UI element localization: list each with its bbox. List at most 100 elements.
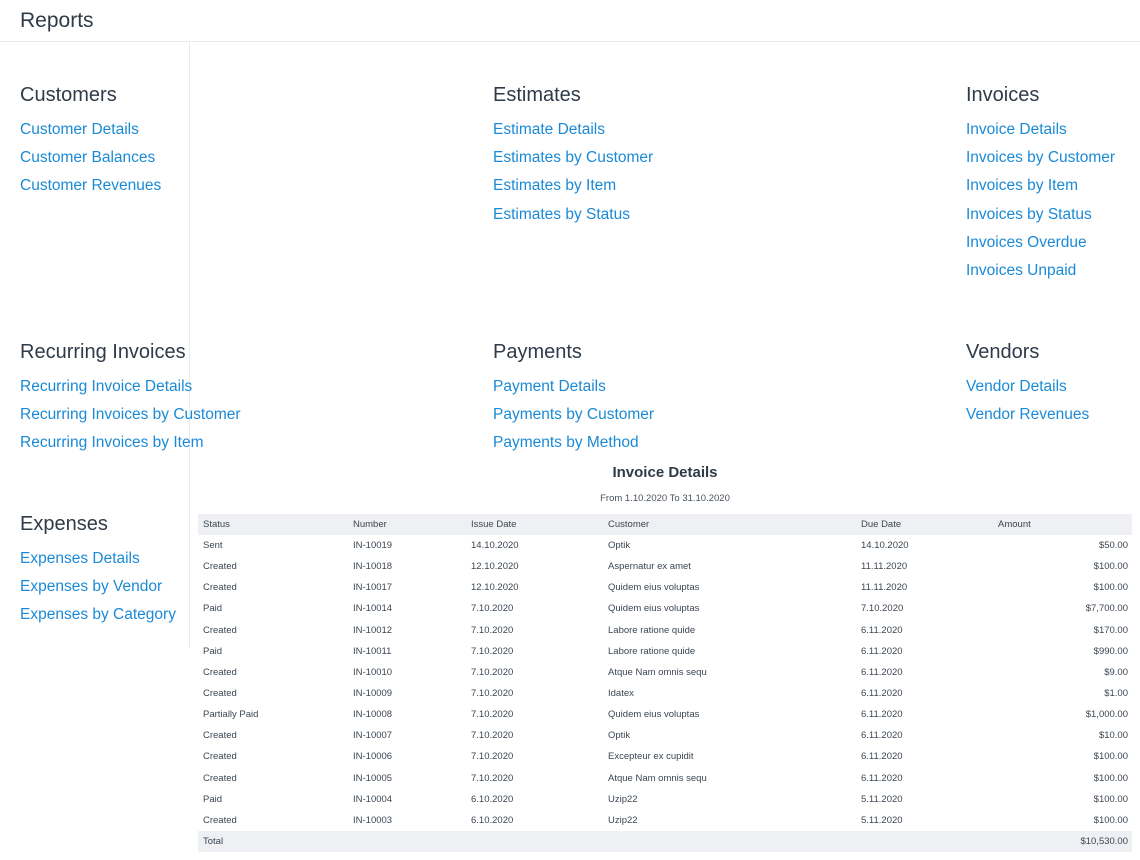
cell-status: Created [203,666,237,678]
cell-number: IN-10019 [353,540,393,552]
link-list: Payment Details Payments by Customer Payme… [493,377,654,462]
list-item: Estimates by Status [493,205,653,233]
page-header: Reports [0,0,1140,42]
report-link-expenses-by-category[interactable]: Expenses by Category [20,606,176,623]
list-item: Customer Details [20,120,161,148]
cell-due-date: 11.11.2020 [861,561,908,573]
list-item: Estimates by Item [493,176,653,204]
list-item: Invoices Unpaid [966,261,1115,289]
section-title: Vendors [966,341,1040,363]
report-link-recurring-invoices-by-customer[interactable]: Recurring Invoices by Customer [20,406,241,423]
link-list: Expenses Details Expenses by Vendor Expens… [20,549,176,634]
report-date-range: From 1.10.2020 To 31.10.2020 [600,493,730,504]
page-title: Reports [20,9,94,32]
report-link-expenses-by-vendor[interactable]: Expenses by Vendor [20,578,162,595]
cell-customer: Atque Nam omnis sequ [608,772,707,784]
report-link-vendor-details[interactable]: Vendor Details [966,378,1067,395]
report-link-estimates-by-status[interactable]: Estimates by Status [493,206,630,223]
cell-due-date: 6.11.2020 [861,772,903,784]
report-link-customer-balances[interactable]: Customer Balances [20,149,155,166]
section-title: Payments [493,341,582,363]
cell-due-date: 6.11.2020 [861,709,903,721]
cell-due-date: 6.11.2020 [861,645,903,657]
cell-issue-date: 12.10.2020 [471,582,519,594]
cell-number: IN-10006 [353,751,393,763]
cell-issue-date: 6.10.2020 [471,814,514,826]
cell-customer: Quidem eius voluptas [608,709,700,721]
list-item: Payment Details [493,377,654,405]
cell-due-date: 11.11.2020 [861,582,908,594]
report-link-recurring-invoice-details[interactable]: Recurring Invoice Details [20,378,192,395]
cell-number: IN-10012 [353,624,393,636]
link-list: Vendor Details Vendor Revenues [966,377,1089,433]
cell-due-date: 14.10.2020 [861,540,909,552]
report-link-payment-details[interactable]: Payment Details [493,378,606,395]
section-recurring-invoices: Recurring Invoices Recurring Invoice Det… [20,340,241,462]
cell-status: Paid [203,793,223,805]
report-link-payments-by-method[interactable]: Payments by Method [493,434,639,451]
list-item: Recurring Invoice Details [20,377,241,405]
report-link-customer-details[interactable]: Customer Details [20,121,139,138]
cell-amount: $170.00 [1093,624,1128,636]
report-link-recurring-invoices-by-item[interactable]: Recurring Invoices by Item [20,434,204,451]
report-link-invoice-details[interactable]: Invoice Details [966,121,1067,138]
cell-issue-date: 7.10.2020 [471,666,514,678]
cell-number: IN-10014 [353,603,393,615]
column-header-customer: Customer [603,514,856,535]
link-list: Estimate Details Estimates by Customer Est… [493,120,653,233]
report-link-invoices-by-customer[interactable]: Invoices by Customer [966,149,1115,166]
cell-number: IN-10003 [353,814,393,826]
cell-issue-date: 7.10.2020 [471,772,514,784]
section-expenses: Expenses Expenses Details Expenses by Ven… [20,512,176,634]
table-row: Created IN-10010 7.10.2020 Atque Nam omnis … [198,662,1132,683]
cell-due-date: 5.11.2020 [861,814,903,826]
table-row: Partially Paid IN-10008 7.10.2020 Quidem ei… [198,704,1132,725]
cell-due-date: 6.11.2020 [861,666,903,678]
list-item: Vendor Details [966,377,1089,405]
table-row: Created IN-10009 7.10.2020 Idatex 6.11.2020 $… [198,683,1132,704]
cell-issue-date: 7.10.2020 [471,603,514,615]
cell-customer: Uzip22 [608,793,638,805]
list-item: Estimates by Customer [493,148,653,176]
cell-customer: Aspernatur ex amet [608,561,691,573]
cell-due-date: 5.11.2020 [861,793,903,805]
column-header-status: Status [198,514,348,535]
table-row: Created IN-10006 7.10.2020 Excepteur ex cup… [198,746,1132,767]
cell-status: Created [203,582,237,594]
report-link-estimates-by-item[interactable]: Estimates by Item [493,177,616,194]
table-row: Created IN-10017 12.10.2020 Quidem eius vol… [198,577,1132,598]
list-item: Invoice Details [966,120,1115,148]
report-link-estimate-details[interactable]: Estimate Details [493,121,605,138]
table-row: Created IN-10018 12.10.2020 Aspernatur ex a… [198,556,1132,577]
cell-number: IN-10008 [353,709,393,721]
table-row: Paid IN-10004 6.10.2020 Uzip22 5.11.2020 $100… [198,789,1132,810]
cell-number: IN-10005 [353,772,393,784]
report-link-expenses-details[interactable]: Expenses Details [20,550,140,567]
table-row: Created IN-10007 7.10.2020 Optik 6.11.2020 $1… [198,725,1132,746]
cell-status: Paid [203,603,223,615]
cell-amount: $100.00 [1093,582,1128,594]
cell-status: Partially Paid [203,709,259,721]
report-link-payments-by-customer[interactable]: Payments by Customer [493,406,654,423]
cell-due-date: 6.11.2020 [861,730,903,742]
report-link-invoices-overdue[interactable]: Invoices Overdue [966,234,1087,251]
total-amount: $10,530.00 [993,830,1132,852]
cell-amount: $9.00 [1104,666,1128,678]
section-title: Expenses [20,513,108,535]
section-title: Recurring Invoices [20,341,186,363]
column-header-number: Number [348,514,466,535]
report-link-estimates-by-customer[interactable]: Estimates by Customer [493,149,653,166]
cell-number: IN-10018 [353,561,393,573]
report-link-invoices-unpaid[interactable]: Invoices Unpaid [966,262,1076,279]
column-header-due-date: Due Date [856,514,993,535]
report-link-invoices-by-status[interactable]: Invoices by Status [966,206,1092,223]
cell-status: Created [203,688,237,700]
cell-due-date: 6.11.2020 [861,688,903,700]
cell-customer: Uzip22 [608,814,638,826]
list-item: Payments by Customer [493,405,654,433]
report-link-invoices-by-item[interactable]: Invoices by Item [966,177,1078,194]
list-item: Invoices Overdue [966,233,1115,261]
cell-status: Created [203,624,237,636]
report-link-vendor-revenues[interactable]: Vendor Revenues [966,406,1089,423]
report-link-customer-revenues[interactable]: Customer Revenues [20,177,161,194]
